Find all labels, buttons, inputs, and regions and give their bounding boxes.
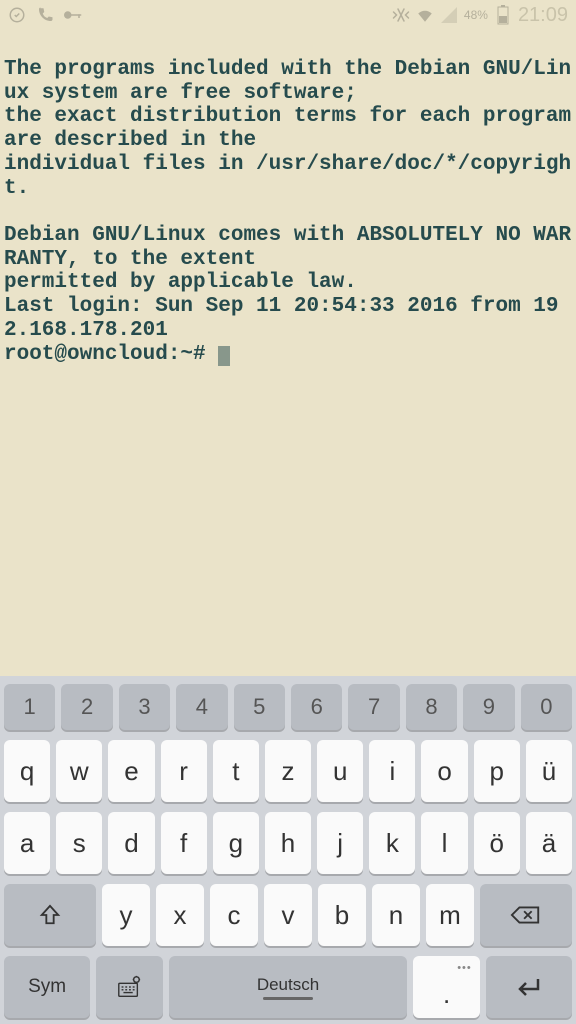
status-left: [8, 6, 82, 24]
key-j[interactable]: j: [317, 812, 363, 874]
key-row-numbers: 1 2 3 4 5 6 7 8 9 0: [4, 684, 572, 730]
sync-icon: [8, 6, 26, 24]
settings-keyboard-icon: [116, 974, 142, 1000]
wifi-icon: [416, 6, 434, 24]
space-bar-icon: [263, 997, 313, 1000]
key-t[interactable]: t: [213, 740, 259, 802]
terminal-prompt: root@owncloud:~#: [4, 343, 218, 366]
key-y[interactable]: y: [102, 884, 150, 946]
key-icon: [64, 6, 82, 24]
terminal-line: individual files in /usr/share/doc/*/cop…: [4, 153, 572, 200]
key-h[interactable]: h: [265, 812, 311, 874]
key-settings[interactable]: [96, 956, 162, 1018]
terminal-output[interactable]: The programs included with the Debian GN…: [0, 30, 576, 370]
backspace-icon: [510, 904, 542, 926]
key-q[interactable]: q: [4, 740, 50, 802]
key-period[interactable]: ••• .: [413, 956, 479, 1018]
status-bar: 48% 21:09: [0, 0, 576, 30]
key-5[interactable]: 5: [234, 684, 285, 730]
phone-icon: [36, 6, 54, 24]
key-n[interactable]: n: [372, 884, 420, 946]
key-i[interactable]: i: [369, 740, 415, 802]
key-row-yxcv: y x c v b n m: [4, 884, 572, 946]
terminal-line: permitted by applicable law.: [4, 271, 572, 295]
key-7[interactable]: 7: [348, 684, 399, 730]
key-row-bottom: Sym Deutsch ••• .: [4, 956, 572, 1018]
key-f[interactable]: f: [161, 812, 207, 874]
key-z[interactable]: z: [265, 740, 311, 802]
key-3[interactable]: 3: [119, 684, 170, 730]
terminal-line: Debian GNU/Linux comes with ABSOLUTELY N…: [4, 224, 572, 271]
key-a[interactable]: a: [4, 812, 50, 874]
key-4[interactable]: 4: [176, 684, 227, 730]
key-d[interactable]: d: [108, 812, 154, 874]
key-oe[interactable]: ö: [474, 812, 520, 874]
key-s[interactable]: s: [56, 812, 102, 874]
key-shift[interactable]: [4, 884, 96, 946]
key-ue[interactable]: ü: [526, 740, 572, 802]
key-r[interactable]: r: [161, 740, 207, 802]
key-6[interactable]: 6: [291, 684, 342, 730]
key-backspace[interactable]: [480, 884, 572, 946]
key-l[interactable]: l: [421, 812, 467, 874]
terminal-blank: [4, 200, 572, 224]
shift-icon: [39, 903, 61, 927]
key-2[interactable]: 2: [61, 684, 112, 730]
key-o[interactable]: o: [421, 740, 467, 802]
battery-icon: [494, 6, 512, 24]
key-k[interactable]: k: [369, 812, 415, 874]
key-enter[interactable]: [486, 956, 572, 1018]
key-g[interactable]: g: [213, 812, 259, 874]
space-label: Deutsch: [257, 975, 319, 995]
terminal-line: The programs included with the Debian GN…: [4, 58, 572, 105]
cursor-icon: [218, 346, 230, 366]
key-m[interactable]: m: [426, 884, 474, 946]
terminal-line: Last login: Sun Sep 11 20:54:33 2016 fro…: [4, 295, 572, 342]
clock: 21:09: [518, 4, 568, 27]
key-row-asdf: a s d f g h j k l ö ä: [4, 812, 572, 874]
key-c[interactable]: c: [210, 884, 258, 946]
battery-percent: 48%: [464, 8, 488, 22]
key-1[interactable]: 1: [4, 684, 55, 730]
enter-icon: [514, 975, 544, 999]
key-w[interactable]: w: [56, 740, 102, 802]
key-b[interactable]: b: [318, 884, 366, 946]
status-right: 48% 21:09: [392, 4, 568, 27]
key-v[interactable]: v: [264, 884, 312, 946]
key-e[interactable]: e: [108, 740, 154, 802]
period-hint-dots: •••: [457, 962, 472, 974]
signal-icon: [440, 6, 458, 24]
terminal-line: the exact distribution terms for each pr…: [4, 105, 572, 152]
soft-keyboard: 1 2 3 4 5 6 7 8 9 0 q w e r t z u i o p …: [0, 676, 576, 1024]
key-0[interactable]: 0: [521, 684, 572, 730]
key-row-qwertz: q w e r t z u i o p ü: [4, 740, 572, 802]
period-label: .: [443, 979, 450, 1010]
key-8[interactable]: 8: [406, 684, 457, 730]
key-x[interactable]: x: [156, 884, 204, 946]
vibrate-icon: [392, 6, 410, 24]
key-sym[interactable]: Sym: [4, 956, 90, 1018]
key-space[interactable]: Deutsch: [169, 956, 408, 1018]
key-p[interactable]: p: [474, 740, 520, 802]
key-9[interactable]: 9: [463, 684, 514, 730]
key-ae[interactable]: ä: [526, 812, 572, 874]
key-u[interactable]: u: [317, 740, 363, 802]
